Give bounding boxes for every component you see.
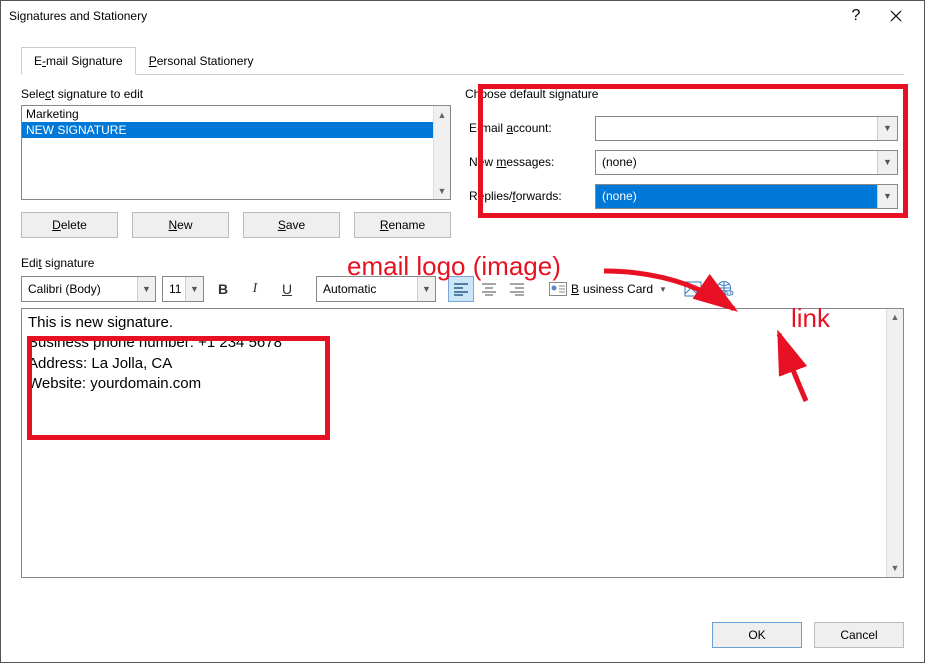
editor-line: This is new signature. <box>28 313 897 333</box>
signature-list[interactable]: Marketing NEW SIGNATURE ▲ ▼ <box>21 105 451 200</box>
close-button[interactable] <box>876 2 916 30</box>
editor-scrollbar[interactable]: ▲ ▼ <box>886 309 903 577</box>
insert-image-button[interactable] <box>680 276 706 302</box>
tab-personal-stationery[interactable]: Personal Stationery <box>136 47 267 75</box>
business-card-icon <box>549 282 567 296</box>
rename-button[interactable]: Rename <box>354 212 451 238</box>
save-button[interactable]: Save <box>243 212 340 238</box>
font-combo[interactable]: Calibri (Body)▼ <box>21 276 156 302</box>
scroll-up-icon[interactable]: ▲ <box>434 106 450 123</box>
titlebar: Signatures and Stationery ? <box>1 1 924 31</box>
dropdown-icon[interactable]: ▼ <box>877 151 897 174</box>
dropdown-icon[interactable]: ▼ <box>659 285 667 294</box>
scroll-down-icon[interactable]: ▼ <box>434 182 450 199</box>
new-button[interactable]: New <box>132 212 229 238</box>
editor-line: Website: yourdomain.com <box>28 374 897 394</box>
signature-editor[interactable]: This is new signature. Business phone nu… <box>21 308 904 578</box>
tab-email-signature[interactable]: E-mail Signature <box>21 47 136 75</box>
replies-forwards-label: Replies/forwards: <box>465 189 595 203</box>
help-button[interactable]: ? <box>836 2 876 30</box>
business-card-button[interactable]: Business Card ▼ <box>542 276 674 302</box>
cancel-button[interactable]: Cancel <box>814 622 904 648</box>
editor-line: Business phone number: +1 234 5678 <box>28 333 897 353</box>
dropdown-icon[interactable]: ▼ <box>877 117 897 140</box>
ok-button[interactable]: OK <box>712 622 802 648</box>
dialog-buttons: OK Cancel <box>712 622 904 648</box>
new-messages-label: New messages: <box>465 155 595 169</box>
align-left-button[interactable] <box>448 276 474 302</box>
dropdown-icon[interactable]: ▼ <box>185 277 203 301</box>
signature-item-new[interactable]: NEW SIGNATURE <box>22 122 450 138</box>
dialog-window: Signatures and Stationery ? E-mail Signa… <box>0 0 925 663</box>
italic-button[interactable]: I <box>242 276 268 302</box>
choose-default-signature-group: Choose default signature E-mail account:… <box>459 75 904 238</box>
new-messages-combo[interactable]: (none) ▼ <box>595 150 898 175</box>
format-toolbar: Calibri (Body)▼ 11▼ B I U Automatic▼ Bus… <box>21 274 904 304</box>
delete-button[interactable]: Delete <box>21 212 118 238</box>
dropdown-icon[interactable]: ▼ <box>137 277 155 301</box>
email-account-label: E-mail account: <box>465 121 595 135</box>
tab-strip: E-mail Signature Personal Stationery <box>21 47 904 75</box>
choose-default-label: Choose default signature <box>465 87 904 101</box>
signature-item-marketing[interactable]: Marketing <box>22 106 450 122</box>
dropdown-icon[interactable]: ▼ <box>417 277 435 301</box>
dialog-title: Signatures and Stationery <box>9 9 836 23</box>
font-color-combo[interactable]: Automatic▼ <box>316 276 436 302</box>
replies-forwards-combo[interactable]: (none) ▼ <box>595 184 898 209</box>
email-account-combo[interactable]: ▼ <box>595 116 898 141</box>
globe-link-icon <box>716 280 734 298</box>
font-size-combo[interactable]: 11▼ <box>162 276 204 302</box>
underline-button[interactable]: U <box>274 276 300 302</box>
edit-signature-label: Edit signature <box>21 256 904 270</box>
insert-hyperlink-button[interactable] <box>712 276 738 302</box>
image-icon <box>684 281 702 297</box>
align-right-button[interactable] <box>504 276 530 302</box>
scroll-down-icon[interactable]: ▼ <box>887 560 903 577</box>
align-center-button[interactable] <box>476 276 502 302</box>
bold-button[interactable]: B <box>210 276 236 302</box>
scroll-up-icon[interactable]: ▲ <box>887 309 903 326</box>
editor-line: Address: La Jolla, CA <box>28 354 897 374</box>
dropdown-icon[interactable]: ▼ <box>877 185 897 208</box>
siglist-scrollbar[interactable]: ▲ ▼ <box>433 106 450 199</box>
select-signature-label: Select signature to edit <box>21 87 451 101</box>
